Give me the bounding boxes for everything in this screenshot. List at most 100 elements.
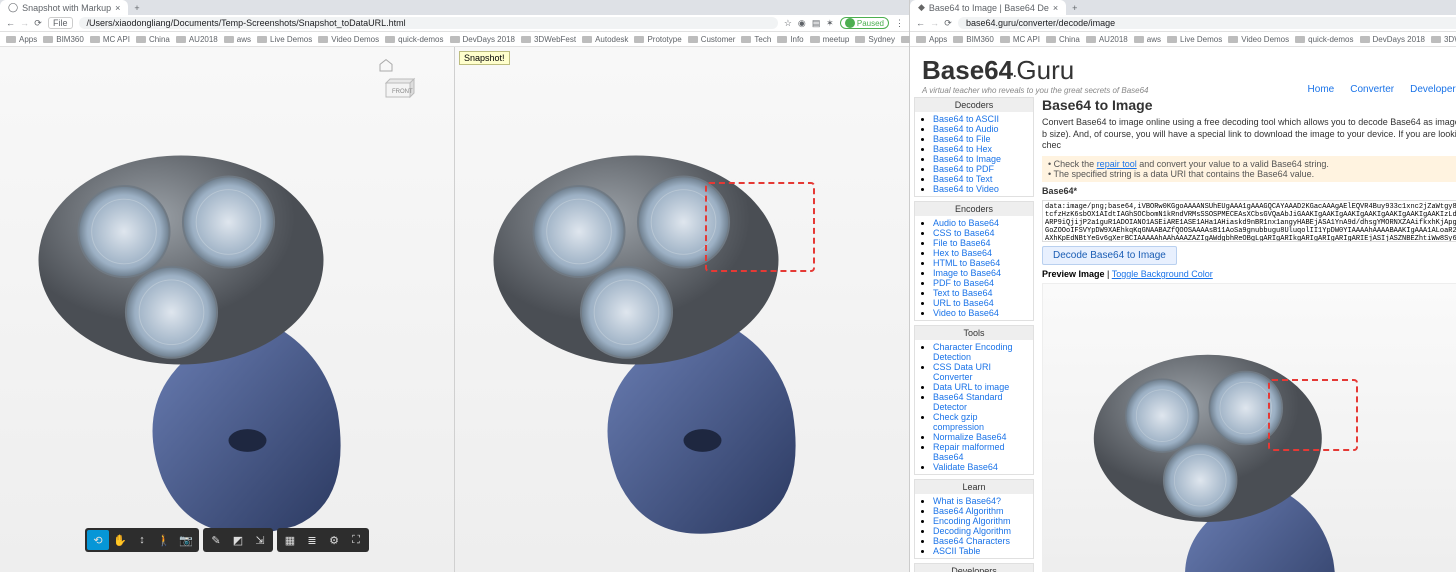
nav-home[interactable]: Home xyxy=(1308,84,1335,95)
pan-tool[interactable]: ✋ xyxy=(109,530,131,550)
bookmark-au2018[interactable]: AU2018 xyxy=(1086,35,1128,44)
bookmark-video-demos[interactable]: Video Demos xyxy=(318,35,379,44)
sidebar-link[interactable]: What is Base64? xyxy=(933,496,1001,506)
back-icon[interactable]: ← xyxy=(916,18,924,28)
sidebar-link[interactable]: Character Encoding Detection xyxy=(933,342,1013,362)
bookmark-aws[interactable]: aws xyxy=(1134,35,1161,44)
bookmark-mc-api[interactable]: MC API xyxy=(90,35,130,44)
sidebar-link[interactable]: Decoding Algorithm xyxy=(933,526,1011,536)
star-icon[interactable]: ☆ xyxy=(784,18,792,29)
viewer-pane-right[interactable]: Snapshot! xyxy=(454,47,909,572)
reload-icon[interactable]: ⟳ xyxy=(944,18,952,29)
close-tab-icon[interactable]: × xyxy=(1053,3,1058,13)
base64-textarea[interactable] xyxy=(1042,200,1456,242)
bookmark-customer[interactable]: Customer xyxy=(688,35,736,44)
bookmark-apps[interactable]: Apps xyxy=(916,35,947,44)
model-browser-tool[interactable]: ▦ xyxy=(279,530,301,550)
bookmark-3dwebfest[interactable]: 3DWebFest xyxy=(521,35,576,44)
brand-logo[interactable]: Base64.Guru xyxy=(922,55,1149,86)
sidebar-link[interactable]: Base64 Algorithm xyxy=(933,506,1004,516)
bookmark-quick-demos[interactable]: quick-demos xyxy=(385,35,443,44)
bookmark-au2018[interactable]: AU2018 xyxy=(176,35,218,44)
walk-tool[interactable]: 🚶 xyxy=(153,530,175,550)
camera-tool[interactable]: 📷 xyxy=(175,530,197,550)
sidebar-link[interactable]: Validate Base64 xyxy=(933,462,998,472)
sidebar-link[interactable]: Text to Base64 xyxy=(933,288,993,298)
sidebar-link[interactable]: HTML to Base64 xyxy=(933,258,1000,268)
bookmark-autodesk[interactable]: Autodesk xyxy=(582,35,628,44)
sidebar-link[interactable]: Data URL to image xyxy=(933,382,1009,392)
bookmark-video-demos[interactable]: Video Demos xyxy=(1228,35,1289,44)
tab-snapshot[interactable]: ◯ Snapshot with Markup × xyxy=(0,0,128,15)
bookmark-3dwebfest[interactable]: 3DWebFest xyxy=(1431,35,1456,44)
bookmark-live-demos[interactable]: Live Demos xyxy=(1167,35,1222,44)
sidebar-link[interactable]: Repair malformed Base64 xyxy=(933,442,1005,462)
forward-icon[interactable]: → xyxy=(930,18,938,28)
bookmark-devdays-2018[interactable]: DevDays 2018 xyxy=(450,35,515,44)
sidebar-link[interactable]: Base64 to Hex xyxy=(933,144,992,154)
sidebar-link[interactable]: PDF to Base64 xyxy=(933,278,994,288)
repair-tool-link[interactable]: repair tool xyxy=(1097,159,1137,169)
sidebar-link[interactable]: Image to Base64 xyxy=(933,268,1001,278)
sidebar-link[interactable]: Base64 to ASCII xyxy=(933,114,999,124)
tab-base64guru[interactable]: ◆ Base64 to Image | Base64 De × xyxy=(910,0,1066,15)
sidebar-link[interactable]: Base64 to Video xyxy=(933,184,999,194)
sidebar-link[interactable]: CSS to Base64 xyxy=(933,228,995,238)
settings-tool[interactable]: ⚙ xyxy=(323,530,345,550)
sidebar-link[interactable]: Base64 to Image xyxy=(933,154,1001,164)
sidebar-link[interactable]: Video to Base64 xyxy=(933,308,999,318)
back-icon[interactable]: ← xyxy=(6,18,14,28)
section-tool[interactable]: ◩ xyxy=(227,530,249,550)
menu-icon[interactable]: ⋮ xyxy=(895,18,903,29)
eye-icon[interactable]: ◉ xyxy=(798,18,806,29)
explode-tool[interactable]: ⇲ xyxy=(249,530,271,550)
bookmark-aws[interactable]: aws xyxy=(224,35,251,44)
toggle-bg-link[interactable]: Toggle Background Color xyxy=(1112,269,1213,279)
bookmark-info[interactable]: Info xyxy=(777,35,803,44)
new-tab-button[interactable]: + xyxy=(128,3,145,13)
bookmark-live-demos[interactable]: Live Demos xyxy=(257,35,312,44)
sidebar-link[interactable]: Base64 Standard Detector xyxy=(933,392,1003,412)
bookmark-meetup[interactable]: meetup xyxy=(810,35,850,44)
puzzle-icon[interactable]: ✶ xyxy=(826,18,834,29)
sidebar-link[interactable]: Base64 to File xyxy=(933,134,991,144)
sidebar-link[interactable]: ASCII Table xyxy=(933,546,980,556)
bookmark-sydney[interactable]: Sydney xyxy=(855,35,895,44)
url-field[interactable]: base64.guru/converter/decode/image xyxy=(958,17,1456,29)
fullscreen-tool[interactable]: ⛶ xyxy=(345,530,367,550)
sidebar-link[interactable]: Hex to Base64 xyxy=(933,248,992,258)
bookmark-bim360[interactable]: BIM360 xyxy=(953,35,994,44)
nav-developers[interactable]: Developers xyxy=(1410,84,1456,95)
sidebar-link[interactable]: Base64 Characters xyxy=(933,536,1010,546)
close-tab-icon[interactable]: × xyxy=(115,3,120,13)
sidebar-link[interactable]: CSS Data URI Converter xyxy=(933,362,991,382)
profile-paused-chip[interactable]: Paused xyxy=(840,17,889,29)
sidebar-link[interactable]: Base64 to Audio xyxy=(933,124,999,134)
reload-icon[interactable]: ⟳ xyxy=(34,18,42,29)
bookmark-bim360[interactable]: BIM360 xyxy=(43,35,84,44)
sidebar-link[interactable]: URL to Base64 xyxy=(933,298,994,308)
zoom-tool[interactable]: ↕ xyxy=(131,530,153,550)
sidebar-link[interactable]: Normalize Base64 xyxy=(933,432,1007,442)
bookmark-china[interactable]: China xyxy=(1046,35,1080,44)
properties-tool[interactable]: ≣ xyxy=(301,530,323,550)
orbit-tool[interactable]: ⟲ xyxy=(87,530,109,550)
sidebar-link[interactable]: Base64 to PDF xyxy=(933,164,994,174)
nav-converter[interactable]: Converter xyxy=(1350,84,1394,95)
bookmark-prototype[interactable]: Prototype xyxy=(634,35,681,44)
viewer-pane-left[interactable]: FRONT ⟲ xyxy=(0,47,454,572)
sidebar-link[interactable]: Check gzip compression xyxy=(933,412,984,432)
bookmark-mc-api[interactable]: MC API xyxy=(1000,35,1040,44)
forward-icon[interactable]: → xyxy=(20,18,28,28)
new-tab-button[interactable]: + xyxy=(1066,3,1083,13)
bookmark-china[interactable]: China xyxy=(136,35,170,44)
bookmark-devdays-2018[interactable]: DevDays 2018 xyxy=(1360,35,1425,44)
decode-button[interactable]: Decode Base64 to Image xyxy=(1042,246,1177,265)
bookmark-tech[interactable]: Tech xyxy=(741,35,771,44)
sidebar-link[interactable]: Base64 to Text xyxy=(933,174,992,184)
bookmark-quick-demos[interactable]: quick-demos xyxy=(1295,35,1353,44)
bookmark-apps[interactable]: Apps xyxy=(6,35,37,44)
markup-tool[interactable]: ✎ xyxy=(205,530,227,550)
home-icon[interactable] xyxy=(378,57,394,73)
url-field[interactable]: /Users/xiaodongliang/Documents/Temp-Scre… xyxy=(79,17,778,29)
